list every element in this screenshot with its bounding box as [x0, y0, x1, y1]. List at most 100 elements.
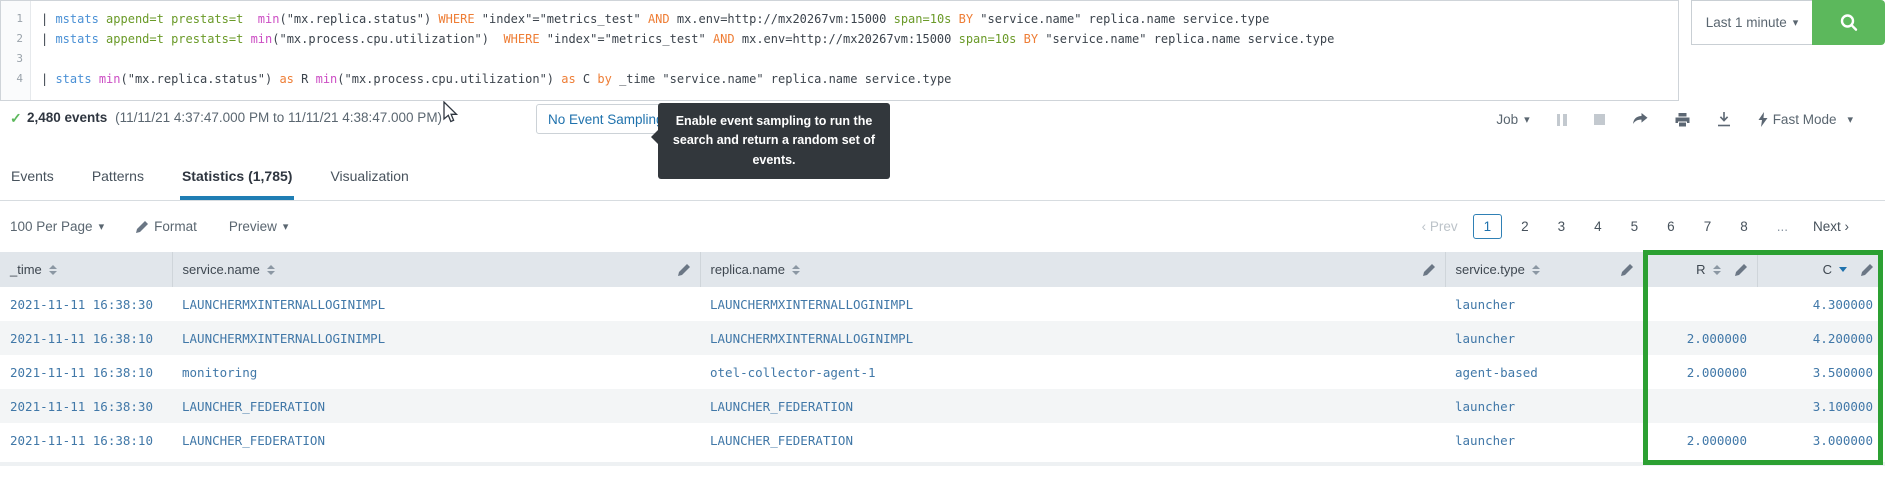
per-page-dropdown[interactable]: 100 Per Page — [10, 219, 104, 234]
cell-service-type[interactable]: agent-based — [1445, 355, 1643, 389]
query-token: mstats — [55, 32, 99, 46]
cell-service-name[interactable]: monitoring — [172, 355, 700, 389]
share-icon — [1632, 112, 1648, 124]
edit-column-pencil-icon[interactable] — [1734, 263, 1747, 276]
caret-down-icon — [277, 219, 289, 234]
time-range-picker[interactable]: Last 1 minute — [1691, 0, 1812, 45]
search-status-bar: ✓ 2,480 events (11/11/21 4:37:47.000 PM … — [0, 101, 1885, 180]
cell-service-type[interactable]: launcher — [1445, 321, 1643, 355]
cell-service-name[interactable]: LAUNCHERMXINTERNALLOGINIMPL — [172, 321, 700, 355]
stop-button[interactable] — [1593, 114, 1605, 125]
cell-C[interactable]: 4.300000 — [1757, 287, 1883, 321]
cell-C[interactable]: 3.100000 — [1757, 389, 1883, 423]
column-header-C: C — [1757, 252, 1883, 287]
query-line[interactable]: | stats min("mx.replica.status") as R mi… — [41, 69, 1334, 89]
cell-R[interactable]: 2.000000 — [1643, 321, 1757, 355]
query-code[interactable]: | mstats append=t prestats=t min("mx.rep… — [31, 1, 1334, 100]
page-6[interactable]: 6 — [1657, 215, 1685, 238]
cell-service-type[interactable]: launcher — [1445, 389, 1643, 423]
edit-column-pencil-icon[interactable] — [677, 263, 690, 276]
page-5[interactable]: 5 — [1621, 215, 1649, 238]
column-sort-control[interactable]: C — [1823, 262, 1847, 277]
query-line[interactable]: | mstats append=t prestats=t min("mx.pro… — [41, 29, 1334, 49]
cell--time[interactable]: 2021-11-11 16:38:30 — [0, 287, 172, 321]
cell-replica-name[interactable]: LAUNCHER_FEDERATION — [700, 423, 1445, 457]
cell-service-name[interactable]: LAUNCHERMXINTERNALLOGINIMPL — [172, 287, 700, 321]
cell-R[interactable] — [1643, 389, 1757, 423]
share-button[interactable] — [1632, 112, 1648, 127]
page-ellipsis: ... — [1776, 219, 1788, 234]
cell-C[interactable]: 4.200000 — [1757, 321, 1883, 355]
query-token: prestats=t — [171, 32, 244, 46]
query-token: min — [315, 72, 338, 86]
prev-page-button[interactable]: ‹ Prev — [1422, 219, 1458, 234]
search-mode-menu[interactable]: Fast Mode — [1758, 112, 1853, 127]
caret-down-icon — [93, 219, 105, 234]
tab-patterns[interactable]: Patterns — [90, 168, 146, 200]
page-4[interactable]: 4 — [1584, 215, 1612, 238]
column-sort-control[interactable]: R — [1696, 262, 1721, 277]
search-icon — [1840, 13, 1857, 31]
page-3[interactable]: 3 — [1548, 215, 1576, 238]
query-token — [92, 72, 99, 86]
cell--time[interactable]: 2021-11-11 16:38:30 — [0, 389, 172, 423]
query-token: mx.env=http://mx20267vm:15000 — [734, 32, 959, 46]
query-token: WHERE — [438, 12, 475, 26]
cell-service-name[interactable]: LAUNCHER_FEDERATION — [172, 389, 700, 423]
cell--time[interactable]: 2021-11-11 16:38:10 — [0, 423, 172, 457]
column-sort-control[interactable]: service.name — [183, 262, 275, 277]
caret-down-icon — [1518, 112, 1530, 127]
next-page-button[interactable]: Next › — [1813, 219, 1849, 234]
cell-C[interactable]: 3.000000 — [1757, 423, 1883, 457]
cell-replica-name[interactable]: LAUNCHERMXINTERNALLOGINIMPL — [700, 287, 1445, 321]
cell-C[interactable]: 3.500000 — [1757, 355, 1883, 389]
preview-dropdown[interactable]: Preview — [229, 219, 289, 234]
page-2[interactable]: 2 — [1511, 215, 1539, 238]
page-8[interactable]: 8 — [1730, 215, 1758, 238]
query-token: AND — [647, 12, 670, 26]
edit-column-pencil-icon[interactable] — [1861, 263, 1873, 276]
print-button[interactable] — [1675, 112, 1690, 127]
page-1[interactable]: 1 — [1472, 214, 1503, 239]
column-sort-control[interactable]: _time — [10, 262, 57, 277]
column-header-replica-name: replica.name — [700, 252, 1446, 287]
table-row: 2021-11-11 16:38:10 monitoring otel-collec… — [0, 355, 1883, 389]
column-header-cell: R — [1654, 262, 1747, 277]
query-token: R — [293, 72, 316, 86]
edit-column-pencil-icon[interactable] — [1422, 263, 1435, 276]
cell--time[interactable]: 2021-11-11 16:38:10 — [0, 355, 172, 389]
search-query-editor[interactable]: 1234 | mstats append=t prestats=t min("m… — [0, 0, 1679, 101]
cell-service-type[interactable]: launcher — [1445, 287, 1643, 321]
print-icon — [1675, 112, 1690, 127]
cell-replica-name[interactable]: LAUNCHER_FEDERATION — [700, 389, 1445, 423]
query-line[interactable]: | mstats append=t prestats=t min("mx.rep… — [41, 9, 1334, 29]
tab-visualization[interactable]: Visualization — [328, 168, 410, 200]
job-menu[interactable]: Job — [1496, 112, 1529, 127]
format-button[interactable]: Format — [136, 219, 197, 234]
column-label: service.name — [182, 262, 260, 277]
format-label: Format — [154, 219, 197, 234]
export-button[interactable] — [1717, 112, 1731, 127]
sort-up-arrow — [48, 264, 57, 269]
tab-statistics[interactable]: Statistics (1,785) — [179, 168, 295, 200]
query-line[interactable] — [41, 49, 1334, 69]
cell--time[interactable]: 2021-11-11 16:38:10 — [0, 321, 172, 355]
cell-R[interactable]: 2.000000 — [1643, 423, 1757, 457]
sort-up-arrow — [1712, 264, 1721, 269]
query-token: ("mx.process.cpu.utilization") — [337, 72, 562, 86]
cell-replica-name[interactable]: LAUNCHERMXINTERNALLOGINIMPL — [700, 321, 1445, 355]
line-number-gutter: 1 2 3 4 — [1, 1, 31, 100]
column-sort-control[interactable]: replica.name — [711, 262, 800, 277]
pause-button[interactable] — [1556, 113, 1567, 126]
cell-service-type[interactable]: launcher — [1445, 423, 1643, 457]
tab-events[interactable]: Events — [9, 168, 56, 200]
cell-R[interactable] — [1643, 287, 1757, 321]
cell-R[interactable]: 2.000000 — [1643, 355, 1757, 389]
page-7[interactable]: 7 — [1694, 215, 1722, 238]
search-button[interactable] — [1812, 0, 1885, 45]
column-sort-control[interactable]: service.type — [1456, 262, 1540, 277]
cell-replica-name[interactable]: otel-collector-agent-1 — [700, 355, 1445, 389]
query-token: | — [41, 12, 56, 26]
edit-column-pencil-icon[interactable] — [1620, 263, 1633, 276]
cell-service-name[interactable]: LAUNCHER_FEDERATION — [172, 423, 700, 457]
